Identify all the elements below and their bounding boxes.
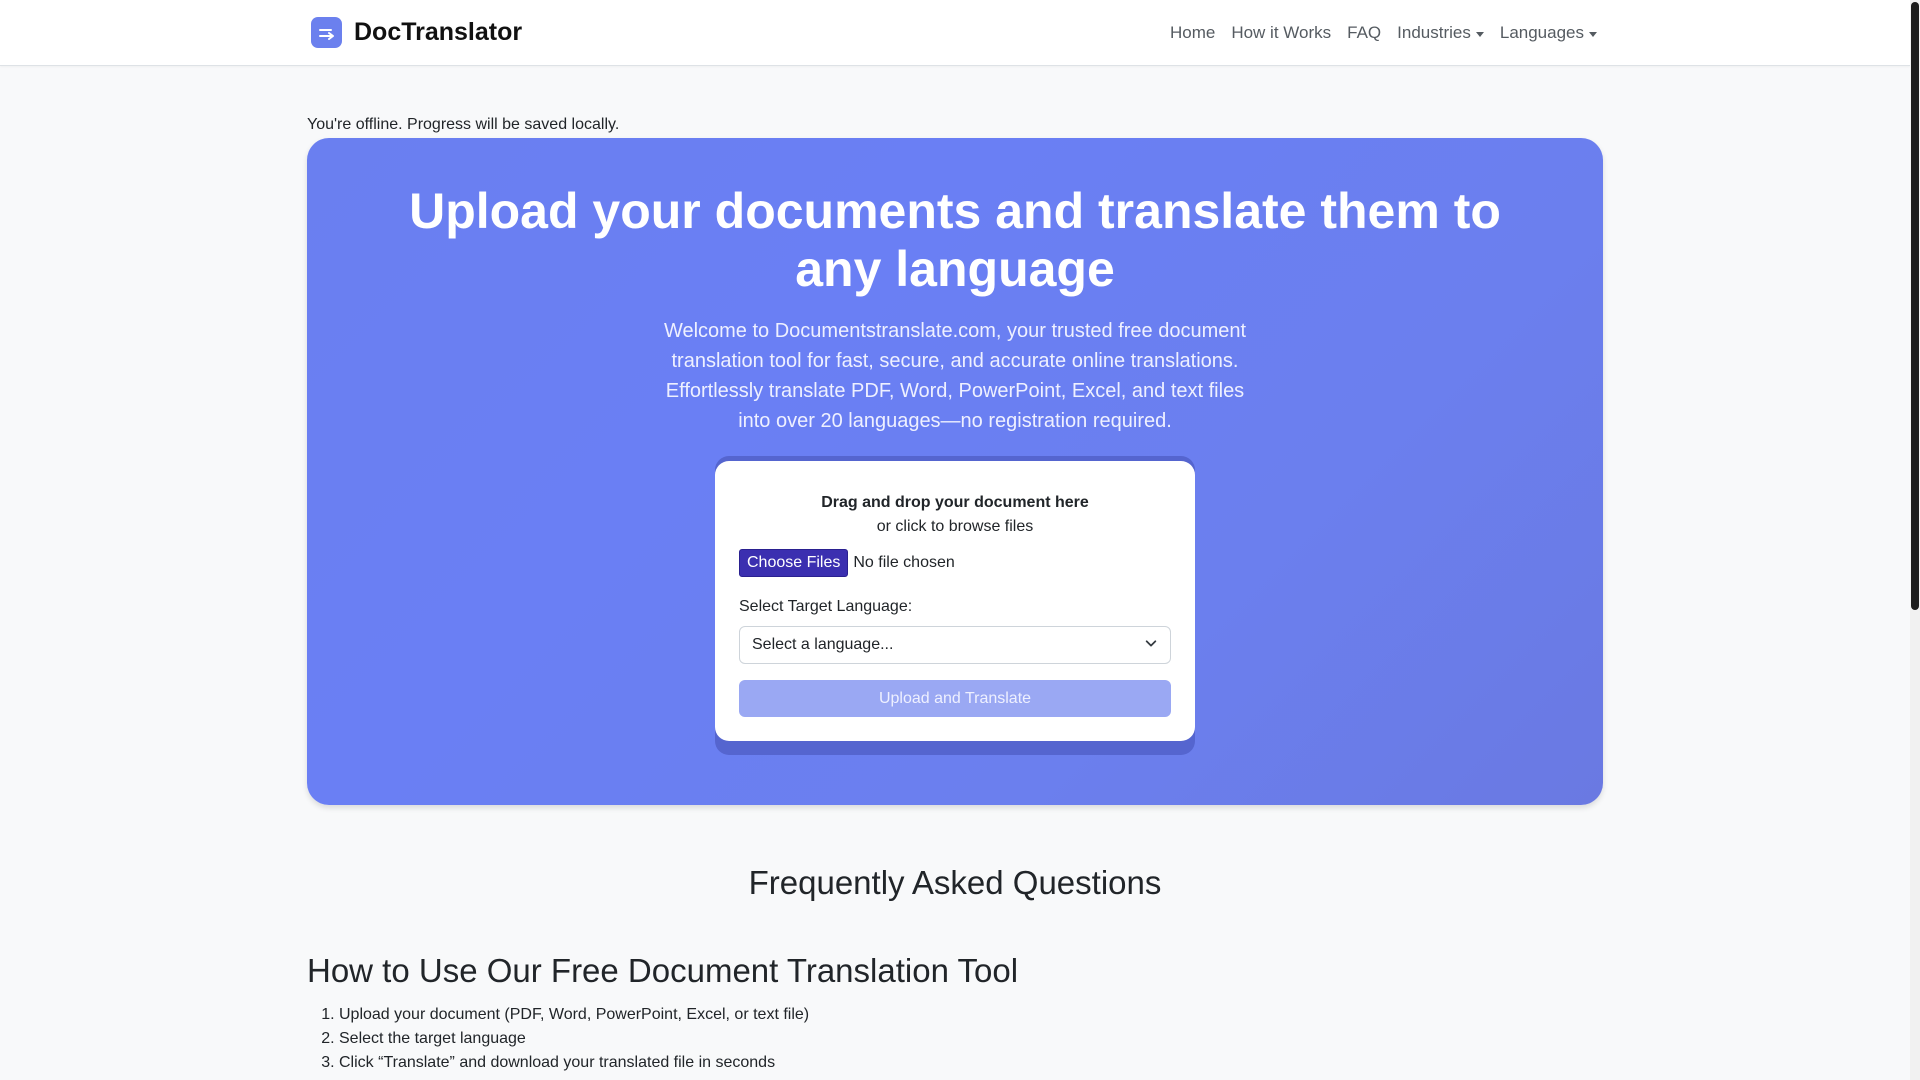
nav-industries-label: Industries [1397,23,1471,42]
target-language-select[interactable]: Select a language... [739,626,1171,664]
hero-section: Upload your documents and translate them… [307,138,1603,805]
nav-languages-label: Languages [1499,23,1584,42]
chevron-down-icon [1144,636,1158,655]
offline-notice: You're offline. Progress will be saved l… [307,116,620,133]
how-to-heading: How to Use Our Free Document Translation… [307,952,1019,989]
page-scrollbar[interactable] [1910,0,1920,1080]
target-language-label: Select Target Language: [739,598,913,615]
hero-title: Upload your documents and translate them… [409,183,1501,297]
file-status-text: No file chosen [853,554,955,571]
main-nav: Home How it Works FAQ Industries Languag… [1170,0,1597,66]
drop-zone-subtitle: or click to browse files [876,518,1034,535]
target-language-select-value: Select a language... [752,636,894,653]
nav-how-it-works-label: How it Works [1231,23,1332,42]
brand-name: DocTranslator [354,18,523,46]
nav-how-it-works[interactable]: How it Works [1231,23,1331,43]
how-to-steps: Upload your document (PDF, Word, PowerPo… [307,1003,809,1075]
list-item: Upload your document (PDF, Word, PowerPo… [339,1003,809,1027]
hero-description: Welcome to Documentstranslate.com, your … [663,320,1247,432]
list-item: Click “Translate” and download your tran… [339,1051,809,1075]
translate-arrow-icon [311,17,342,48]
nav-faq[interactable]: FAQ [1347,23,1381,43]
navbar: DocTranslator Home How it Works FAQ Indu… [0,0,1910,66]
scrollbar-thumb[interactable] [1911,2,1919,610]
page: DocTranslator Home How it Works FAQ Indu… [0,0,1920,1080]
drop-zone-title: Drag and drop your document here [821,494,1089,511]
caret-down-icon [1475,31,1484,37]
nav-languages-dropdown[interactable]: Languages [1500,23,1597,43]
brand[interactable]: DocTranslator [311,17,522,48]
caret-down-icon [1589,31,1597,37]
nav-home[interactable]: Home [1170,23,1215,43]
upload-card[interactable]: Drag and drop your document here or clic… [715,461,1195,741]
nav-faq-label: FAQ [1347,23,1382,42]
upload-translate-button[interactable]: Upload and Translate [739,680,1171,717]
choose-files-button[interactable]: Choose Files [739,549,849,577]
faq-heading: Frequently Asked Questions [748,864,1162,901]
list-item: Select the target language [339,1027,809,1051]
file-input: Choose Files No file chosen [739,549,955,577]
nav-industries-dropdown[interactable]: Industries [1397,23,1484,43]
nav-home-label: Home [1169,23,1216,42]
